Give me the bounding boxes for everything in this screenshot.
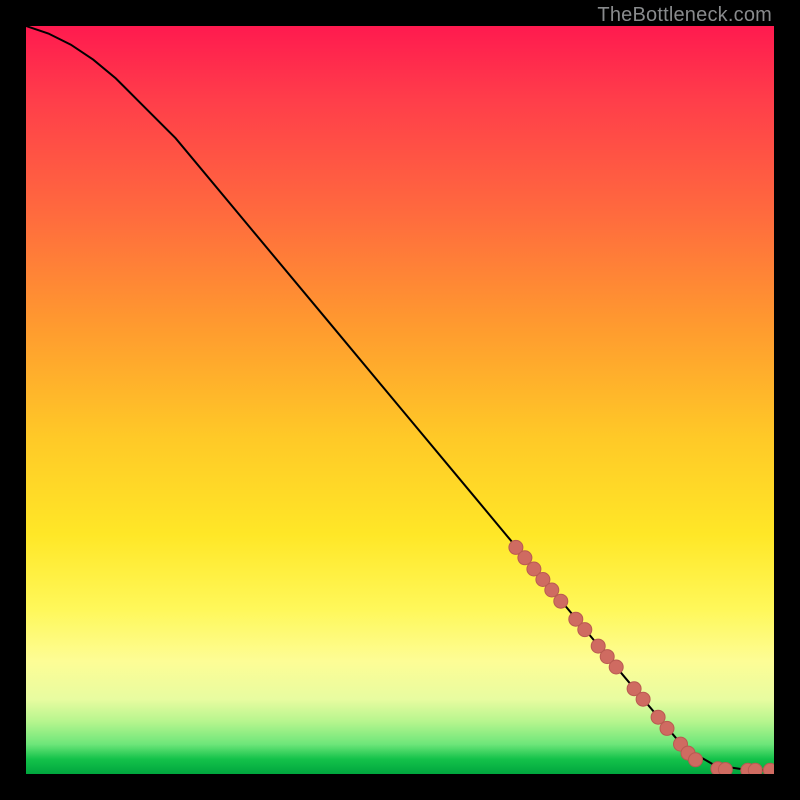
data-marker [689,753,703,767]
data-marker [609,660,623,674]
data-marker [741,763,755,774]
data-marker [536,573,550,587]
data-marker [569,612,583,626]
data-marker [711,762,725,774]
data-marker [651,710,665,724]
data-marker [527,562,541,576]
data-marker [681,746,695,760]
data-marker [509,540,523,554]
data-marker [518,551,532,565]
plot-area [26,26,774,774]
chart-frame: TheBottleneck.com [0,0,800,800]
data-marker [627,682,641,696]
data-marker [545,583,559,597]
data-marker [660,721,674,735]
data-marker [591,639,605,653]
data-marker [674,737,688,751]
curve-line [26,26,774,770]
data-marker [578,623,592,637]
data-marker [636,692,650,706]
marker-layer [509,540,774,774]
attribution-text: TheBottleneck.com [597,4,772,27]
chart-overlay [26,26,774,774]
data-marker [763,763,774,774]
data-marker [748,763,762,774]
data-marker [554,594,568,608]
data-marker [600,650,614,664]
data-marker [718,763,732,775]
